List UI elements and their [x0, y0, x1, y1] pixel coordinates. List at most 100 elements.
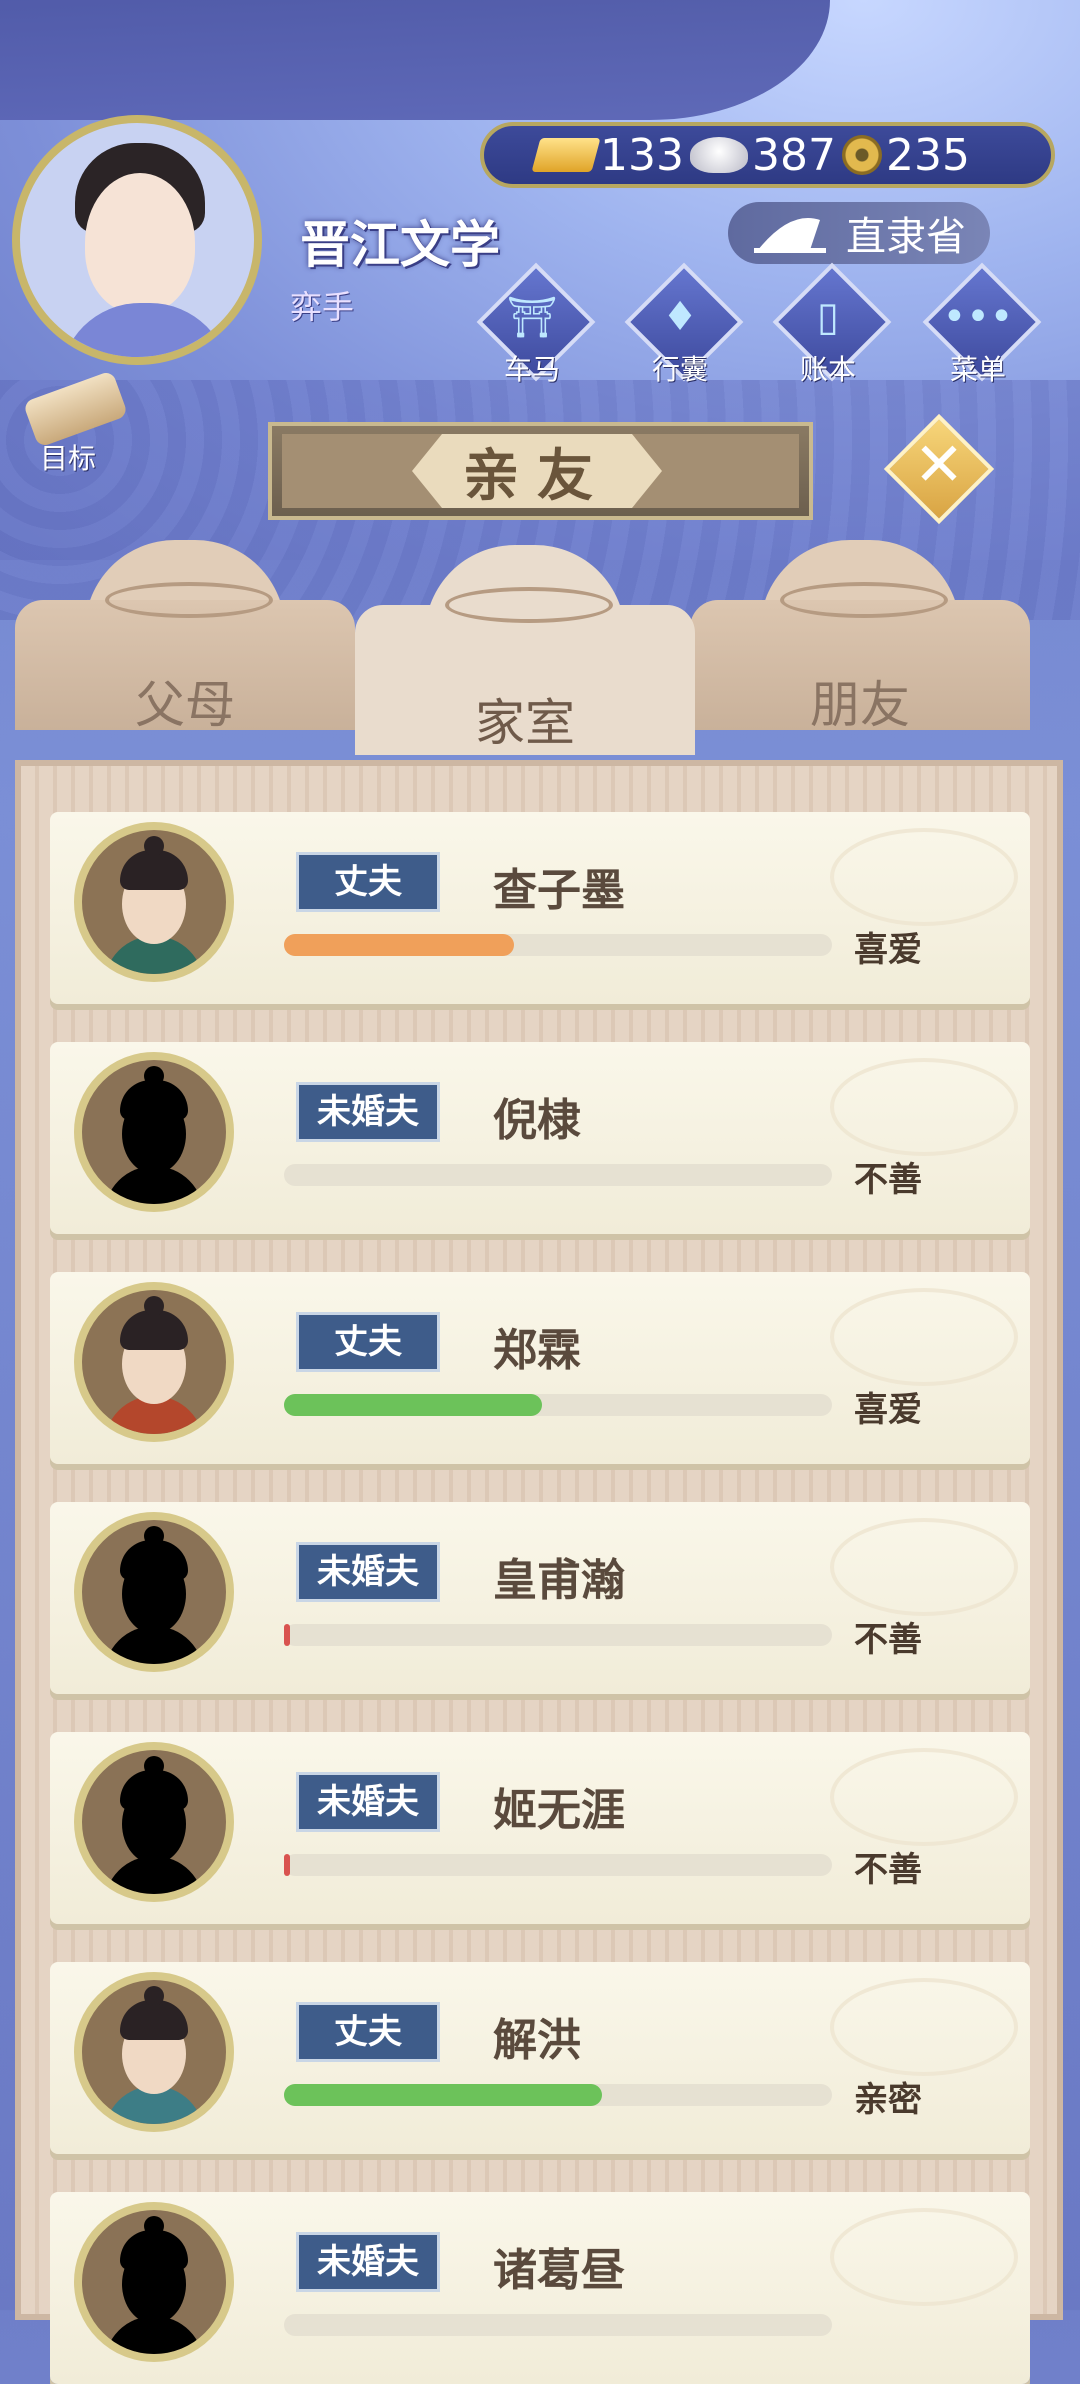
character-portrait[interactable] — [74, 1282, 234, 1442]
location-label: 直隶省 — [846, 214, 966, 260]
page-title: 亲友 — [412, 434, 662, 508]
menu-label: 菜单 — [949, 353, 1006, 386]
silver-amount: 387 — [751, 129, 836, 181]
cloud-swirl-icon — [780, 582, 948, 618]
tab-household[interactable]: 家室 — [355, 545, 695, 755]
role-badge: 未婚夫 — [296, 1542, 440, 1602]
cloud-decoration — [830, 828, 1018, 926]
menu-label: 账本 — [799, 353, 856, 386]
role-badge: 丈夫 — [296, 852, 440, 912]
player-rank: 弈手 — [290, 288, 355, 326]
affinity-bar — [284, 1624, 832, 1646]
menu-carriage-button[interactable]: ⛩ 车马 — [472, 262, 596, 390]
relation-card[interactable]: 丈夫 解洪 亲密 — [50, 1962, 1030, 2154]
title-banner: 亲友 — [268, 422, 813, 520]
bag-icon: ♦ — [662, 294, 698, 340]
relation-card[interactable]: 未婚夫 诸葛昼 — [50, 2192, 1030, 2384]
character-name: 诸葛昼 — [493, 2245, 625, 2296]
character-name: 姬无涯 — [493, 1785, 625, 1836]
location-button[interactable]: 直隶省 — [728, 202, 990, 264]
relation-card[interactable]: 丈夫 查子墨 喜爱 — [50, 812, 1030, 1004]
affinity-bar-fill — [284, 2084, 602, 2106]
portrait-bun — [144, 1986, 164, 2006]
tab-label: 父母 — [135, 676, 235, 734]
affinity-bar — [284, 1394, 832, 1416]
relation-status: 亲密 — [854, 2080, 922, 2120]
player-avatar[interactable] — [12, 115, 262, 365]
cloud-decoration — [830, 1288, 1018, 1386]
character-portrait[interactable] — [74, 1052, 234, 1212]
role-badge: 未婚夫 — [296, 1082, 440, 1142]
affinity-bar-fill — [284, 1394, 542, 1416]
relation-status: 不善 — [854, 1160, 922, 1200]
affinity-bar-fill — [284, 1854, 290, 1876]
tab-parents[interactable]: 父母 — [15, 540, 355, 734]
character-name: 倪棣 — [493, 1095, 581, 1146]
avatar-face — [85, 173, 195, 313]
portrait-bun — [144, 1066, 164, 1086]
portrait-bun — [144, 2216, 164, 2236]
gold-counter: 133 — [531, 129, 684, 181]
relation-status: 喜爱 — [854, 930, 922, 970]
silver-counter: 387 — [689, 129, 836, 181]
character-portrait[interactable] — [74, 1512, 234, 1672]
ledger-icon: ▯ — [816, 294, 839, 340]
role-badge: 丈夫 — [296, 1312, 440, 1372]
player-name: 晋江文学 — [300, 216, 500, 274]
cloud-decoration — [830, 1978, 1018, 2076]
carriage-icon: ⛩ — [506, 295, 558, 341]
character-portrait[interactable] — [74, 822, 234, 982]
portrait-bun — [144, 1296, 164, 1316]
character-portrait[interactable] — [74, 1742, 234, 1902]
menu-ledger-button[interactable]: ▯ 账本 — [768, 262, 892, 390]
character-name: 解洪 — [493, 2015, 581, 2066]
tab-label: 家室 — [475, 694, 575, 752]
role-badge: 丈夫 — [296, 2002, 440, 2062]
affinity-bar — [284, 1164, 832, 1186]
portrait-hair — [120, 1310, 188, 1350]
cloud-decoration — [830, 2208, 1018, 2306]
menu-more-button[interactable]: ••• 菜单 — [918, 262, 1042, 390]
portrait-hair — [120, 1080, 188, 1120]
cloud-decoration — [830, 1058, 1018, 1156]
affinity-bar — [284, 2314, 832, 2336]
portrait-hair — [120, 1770, 188, 1810]
character-name: 查子墨 — [493, 865, 625, 916]
portrait-bun — [144, 1756, 164, 1776]
cloud-decoration — [830, 1518, 1018, 1616]
character-name: 皇甫瀚 — [493, 1555, 625, 1606]
coin-counter: 235 — [841, 129, 970, 181]
relation-card[interactable]: 丈夫 郑霖 喜爱 — [50, 1272, 1030, 1464]
tab-label: 朋友 — [810, 676, 910, 734]
relation-card[interactable]: 未婚夫 姬无涯 不善 — [50, 1732, 1030, 1924]
role-badge: 未婚夫 — [296, 1772, 440, 1832]
scholar-hat-icon — [754, 218, 826, 253]
cloud-decoration — [830, 1748, 1018, 1846]
affinity-bar-fill — [284, 934, 515, 956]
character-portrait[interactable] — [74, 2202, 234, 2362]
portrait-hair — [120, 1540, 188, 1580]
more-icon: ••• — [942, 294, 1014, 340]
portrait-bun — [144, 1526, 164, 1546]
menu-bag-button[interactable]: ♦ 行囊 — [620, 262, 744, 390]
portrait-hair — [120, 2230, 188, 2270]
gold-amount: 133 — [600, 129, 684, 181]
close-icon[interactable]: ✕ — [900, 426, 978, 504]
avatar-body — [60, 303, 230, 357]
character-portrait[interactable] — [74, 1972, 234, 2132]
goal-button[interactable]: 目标 — [18, 370, 129, 475]
relation-card[interactable]: 未婚夫 皇甫瀚 不善 — [50, 1502, 1030, 1694]
role-badge: 未婚夫 — [296, 2232, 440, 2292]
menu-label: 行囊 — [651, 353, 708, 386]
coin-amount: 235 — [885, 129, 970, 181]
portrait-bun — [144, 836, 164, 856]
relation-status: 不善 — [854, 1850, 922, 1890]
goal-label: 目标 — [40, 442, 97, 475]
portrait-hair — [120, 850, 188, 890]
relation-card[interactable]: 未婚夫 倪棣 不善 — [50, 1042, 1030, 1234]
tab-friends[interactable]: 朋友 — [690, 540, 1030, 734]
cloud-banner-decoration — [0, 0, 830, 120]
cloud-swirl-icon — [105, 582, 273, 618]
silver-ingot-icon — [689, 137, 748, 173]
gold-ingot-icon — [531, 138, 601, 172]
